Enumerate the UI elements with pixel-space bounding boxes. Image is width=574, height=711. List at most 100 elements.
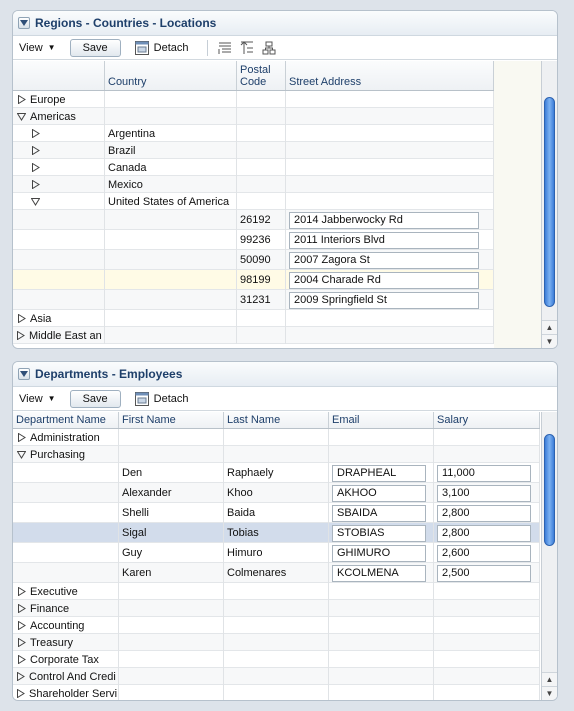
table-row[interactable]: Finance [13,600,540,617]
street-address-input[interactable]: 2004 Charade Rd [289,271,479,289]
scroll-up-button[interactable]: ▲ [542,320,557,334]
table-row[interactable]: Shelli Baida SBAIDA 2,800 [13,503,540,523]
salary-input[interactable]: 2,600 [437,544,531,562]
salary-input[interactable]: 11,000 [437,464,531,482]
salary-input[interactable]: 2,800 [437,524,531,542]
vertical-scrollbar[interactable]: ▲ ▼ [541,412,557,700]
scroll-down-button[interactable]: ▼ [542,686,557,700]
collapsed-triangle-icon[interactable] [30,163,40,172]
table-row[interactable]: Executive [13,583,540,600]
view-menu[interactable]: View ▼ [19,42,56,54]
table-row[interactable]: 26192 2014 Jabberwocky Rd [13,210,494,230]
email-input[interactable]: GHIMURO [332,544,426,562]
save-button[interactable]: Save [69,38,121,57]
cell-department-name [13,483,119,503]
street-address-input[interactable]: 2011 Interiors Blvd [289,231,479,249]
table-row[interactable]: Shareholder Servi [13,685,540,700]
collapsed-triangle-icon[interactable] [16,331,25,340]
collapsed-triangle-icon[interactable] [30,129,40,138]
scroll-up-button[interactable]: ▲ [542,672,557,686]
salary-input[interactable]: 2,500 [437,564,531,582]
email-input[interactable]: DRAPHEAL [332,464,426,482]
table-row[interactable]: Administration [13,429,540,446]
collapsed-triangle-icon[interactable] [30,146,40,155]
save-button[interactable]: Save [69,389,121,408]
table-row[interactable]: Asia [13,310,494,327]
last-name: Colmenares [227,567,287,579]
table-row[interactable]: Alexander Khoo AKHOO 3,100 [13,483,540,503]
table-row[interactable]: Brazil [13,142,494,159]
vertical-scrollbar[interactable]: ▲ ▼ [541,61,557,348]
collapsed-triangle-icon[interactable] [16,604,26,613]
collapsed-triangle-icon[interactable] [16,672,25,681]
table-row[interactable]: Argentina [13,125,494,142]
collapsed-triangle-icon[interactable] [16,638,26,647]
email-input[interactable]: KCOLMENA [332,564,426,582]
collapsed-triangle-icon[interactable] [16,314,26,323]
expanded-triangle-icon[interactable] [16,112,26,121]
expand-all-button[interactable] [218,41,232,55]
column-header-street-address[interactable]: Street Address [286,61,494,90]
table-row[interactable]: Den Raphaely DRAPHEAL 11,000 [13,463,540,483]
cell-last-name [224,651,329,668]
column-header-email[interactable]: Email [329,412,434,428]
table-row[interactable]: Accounting [13,617,540,634]
salary-input[interactable]: 2,800 [437,504,531,522]
table-row[interactable]: Corporate Tax [13,651,540,668]
scrollbar-thumb[interactable] [544,434,555,546]
table-row[interactable]: Karen Colmenares KCOLMENA 2,500 [13,563,540,583]
cell-last-name [224,617,329,634]
cell-department-name [13,523,119,543]
collapsed-triangle-icon[interactable] [16,689,25,698]
collapsed-triangle-icon[interactable] [16,95,26,104]
collapsed-triangle-icon[interactable] [16,621,26,630]
street-address-input[interactable]: 2009 Springfield St [289,291,479,309]
collapsed-triangle-icon[interactable] [16,587,26,596]
detach-button[interactable]: Detach [134,40,189,55]
table-row[interactable]: Europe [13,91,494,108]
hierarchy-button[interactable] [262,41,276,55]
table-row[interactable]: United States of America [13,193,494,210]
detach-button[interactable]: Detach [134,391,189,406]
column-header-first-name[interactable]: First Name [119,412,224,428]
collapsed-triangle-icon[interactable] [30,180,40,189]
table-row[interactable]: Guy Himuro GHIMURO 2,600 [13,543,540,563]
table-row[interactable]: Treasury [13,634,540,651]
column-header-last-name[interactable]: Last Name [224,412,329,428]
scroll-down-button[interactable]: ▼ [542,334,557,348]
column-header-salary[interactable]: Salary [434,412,540,428]
scrollbar-thumb[interactable] [544,97,555,307]
column-header-region[interactable] [13,61,105,90]
expanded-triangle-icon[interactable] [16,450,26,459]
street-address-input[interactable]: 2014 Jabberwocky Rd [289,211,479,229]
collapse-panel-button[interactable] [18,368,30,380]
email-input[interactable]: SBAIDA [332,504,426,522]
collapsed-triangle-icon[interactable] [16,655,26,664]
view-menu[interactable]: View ▼ [19,393,56,405]
table-row[interactable]: Sigal Tobias STOBIAS 2,800 [13,523,540,543]
cell-department-name [13,543,119,563]
collapse-all-button[interactable] [240,40,254,55]
table-row[interactable]: Control And Credi [13,668,540,685]
collapsed-triangle-icon[interactable] [16,433,26,442]
email-input[interactable]: AKHOO [332,484,426,502]
cell-salary: 2,500 [434,563,540,583]
column-header-department-name[interactable]: Department Name [13,412,119,428]
column-header-postal-code[interactable]: Postal Code [237,61,286,90]
table-row[interactable]: 31231 2009 Springfield St [13,290,494,310]
table-row[interactable]: 50090 2007 Zagora St [13,250,494,270]
street-address-input[interactable]: 2007 Zagora St [289,251,479,269]
column-header-country[interactable]: Country [105,61,237,90]
collapse-panel-button[interactable] [18,17,30,29]
salary-input[interactable]: 3,100 [437,484,531,502]
table-row[interactable]: Canada [13,159,494,176]
table-row[interactable]: 98199 2004 Charade Rd [13,270,494,290]
table-row[interactable]: Middle East an [13,327,494,344]
table-row[interactable]: 99236 2011 Interiors Blvd [13,230,494,250]
email-input[interactable]: STOBIAS [332,524,426,542]
table-header: Country Postal Code Street Address [13,61,494,91]
table-row[interactable]: Purchasing [13,446,540,463]
expanded-triangle-icon[interactable] [30,197,40,206]
table-row[interactable]: Americas [13,108,494,125]
table-row[interactable]: Mexico [13,176,494,193]
